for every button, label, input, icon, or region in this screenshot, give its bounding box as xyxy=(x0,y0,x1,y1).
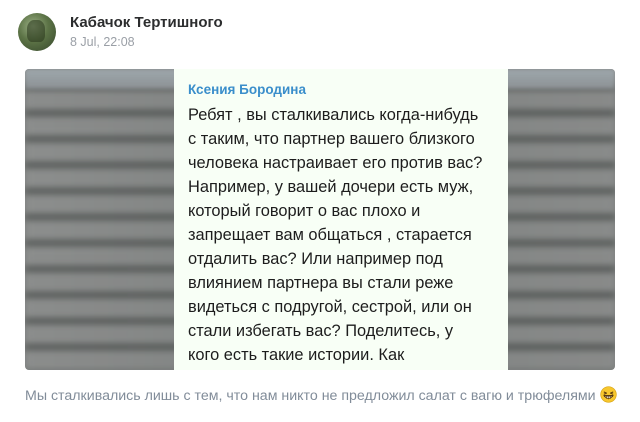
post-date[interactable]: 8 Jul, 22:08 xyxy=(70,33,223,51)
message-bubble: Ксения Бородина Ребят , вы сталкивались … xyxy=(174,69,508,370)
post-header: Кабачок Тертишного 8 Jul, 22:08 xyxy=(18,10,223,54)
message-text: Ребят , вы сталкивались когда-нибудь с т… xyxy=(188,106,483,364)
post-caption: Мы сталкивались лишь с тем, что нам никт… xyxy=(25,386,617,406)
author-name[interactable]: Кабачок Тертишного xyxy=(70,13,223,33)
caption-text: Мы сталкивались лишь с тем, что нам никт… xyxy=(25,388,596,404)
post-image[interactable]: Ксения Бородина Ребят , вы сталкивались … xyxy=(25,69,615,370)
author-block: Кабачок Тертишного 8 Jul, 22:08 xyxy=(70,13,223,51)
grinning-squinting-face-icon xyxy=(599,386,617,403)
avatar[interactable] xyxy=(18,13,56,51)
message-sender: Ксения Бородина xyxy=(188,82,306,97)
wall-post: Кабачок Тертишного 8 Jul, 22:08 Ксения Б… xyxy=(0,0,640,422)
